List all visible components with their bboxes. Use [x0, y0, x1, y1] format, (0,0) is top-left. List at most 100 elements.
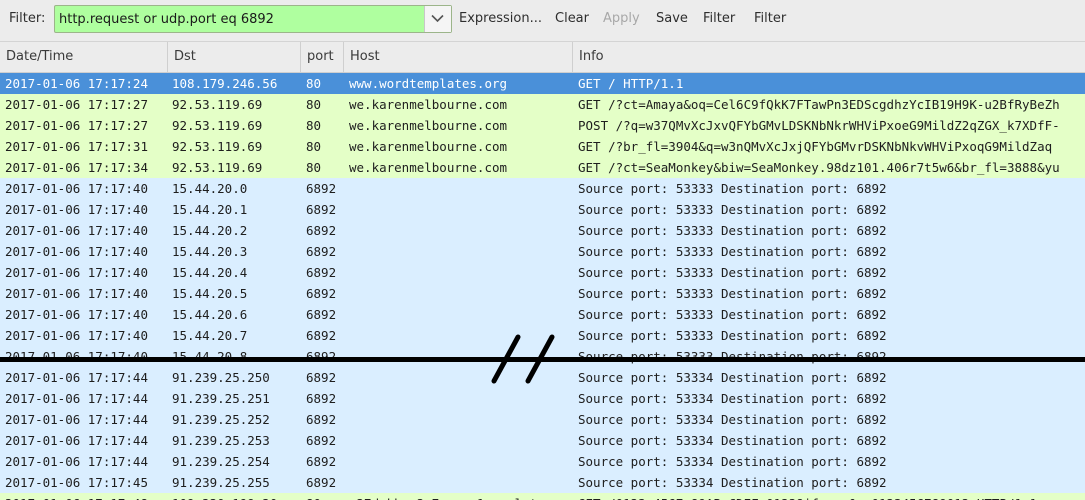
cell-host	[349, 472, 573, 493]
cell-info: Source port: 53333 Destination port: 689…	[578, 202, 887, 217]
cell-port: 6892	[306, 202, 337, 217]
packet-row[interactable]: 2017-01-06 17:17:40 15.44.20.0 6892 Source …	[0, 178, 1085, 199]
packet-row[interactable]: 2017-01-06 17:17:40 15.44.20.4 6892 Source …	[0, 262, 1085, 283]
cell-dst: 92.53.119.69	[172, 160, 263, 175]
column-header-host[interactable]: Host	[344, 42, 573, 72]
packet-row[interactable]: 2017-01-06 17:17:40 15.44.20.6 6892 Source …	[0, 304, 1085, 325]
cell-info: Source port: 53333 Destination port: 689…	[578, 328, 887, 343]
cell-port: 6892	[306, 244, 337, 259]
packet-list: 2017-01-06 17:17:24 108.179.246.56 80 www.w…	[0, 73, 1085, 500]
cell-dst: 91.239.25.255	[172, 475, 270, 490]
cell-host	[349, 220, 573, 241]
cell-host	[349, 262, 573, 283]
cell-dst: 91.239.25.251	[172, 391, 270, 406]
packet-row[interactable]: 2017-01-06 17:17:40 15.44.20.1 6892 Source …	[0, 199, 1085, 220]
packet-row[interactable]: 2017-01-06 17:17:40 15.44.20.2 6892 Source …	[0, 220, 1085, 241]
cell-dst: 108.179.246.56	[172, 76, 278, 91]
packet-row[interactable]: 2017-01-06 17:17:40 15.44.20.3 6892 Source …	[0, 241, 1085, 262]
packet-row[interactable]: 2017-01-06 17:17:48 109.230.199.20 80 p27do…	[0, 493, 1085, 500]
cell-host	[349, 304, 573, 325]
cell-datetime: 2017-01-06 17:17:40	[5, 307, 148, 322]
cell-info: Source port: 53334 Destination port: 689…	[578, 454, 887, 469]
cell-dst: 15.44.20.1	[172, 202, 248, 217]
cell-host	[349, 241, 573, 262]
cell-port: 80	[306, 493, 344, 500]
packet-row[interactable]: 2017-01-06 17:17:45 91.239.25.255 6892 Sour…	[0, 472, 1085, 493]
cell-port: 6892	[306, 223, 337, 238]
cell-dst: 15.44.20.7	[172, 328, 248, 343]
packet-row[interactable]: 2017-01-06 17:17:44 91.239.25.253 6892 Sour…	[0, 430, 1085, 451]
cell-dst: 15.44.20.5	[172, 286, 248, 301]
cell-port: 6892	[306, 433, 337, 448]
cell-info: Source port: 53334 Destination port: 689…	[578, 391, 887, 406]
packet-row[interactable]: 2017-01-06 17:17:27 92.53.119.69 80 we.kare…	[0, 94, 1085, 115]
packet-row[interactable]: 2017-01-06 17:17:34 92.53.119.69 80 we.kare…	[0, 157, 1085, 178]
cell-dst: 91.239.25.254	[172, 454, 270, 469]
cell-info: Source port: 53333 Destination port: 689…	[578, 286, 887, 301]
cell-datetime: 2017-01-06 17:17:31	[5, 139, 148, 154]
cell-info: GET /?br_fl=3904&q=w3nQMvXcJxjQFYbGMvrDS…	[578, 139, 1053, 154]
cell-dst: 15.44.20.4	[172, 265, 248, 280]
cell-info: GET / HTTP/1.1	[578, 76, 684, 91]
save-button[interactable]: Save	[656, 11, 688, 26]
filter-button-1[interactable]: Filter	[703, 11, 735, 26]
cell-datetime: 2017-01-06 17:17:45	[5, 475, 148, 490]
display-filter-input[interactable]	[55, 6, 424, 32]
cell-host: we.karenmelbourne.com	[349, 118, 508, 133]
cell-port: 6892	[306, 328, 337, 343]
cell-host	[349, 388, 573, 409]
cell-port: 80	[306, 76, 322, 91]
cell-dst: 91.239.25.250	[172, 370, 270, 385]
cell-port: 6892	[306, 181, 337, 196]
filter-history-dropdown[interactable]	[424, 6, 451, 32]
cell-info: Source port: 53333 Destination port: 689…	[578, 265, 887, 280]
cell-port: 6892	[306, 307, 337, 322]
cell-datetime: 2017-01-06 17:17:40	[5, 223, 148, 238]
cell-datetime: 2017-01-06 17:17:44	[5, 433, 148, 448]
cell-info: Source port: 53334 Destination port: 689…	[578, 370, 887, 385]
clear-button[interactable]: Clear	[555, 11, 589, 26]
cell-datetime: 2017-01-06 17:17:40	[5, 265, 148, 280]
cell-host: we.karenmelbourne.com	[349, 97, 508, 112]
cell-host	[349, 199, 573, 220]
chevron-down-icon	[431, 14, 444, 23]
cell-datetime: 2017-01-06 17:17:27	[5, 118, 148, 133]
cell-port: 80	[306, 118, 322, 133]
filter-toolbar: Filter: Expression... Clear Apply Save F…	[0, 0, 1085, 42]
packet-row[interactable]: 2017-01-06 17:17:24 108.179.246.56 80 www.w…	[0, 73, 1085, 94]
cell-host: p27dokhpz2n7nvgr.1nounl.top	[349, 493, 573, 500]
cell-datetime: 2017-01-06 17:17:44	[5, 454, 148, 469]
cell-dst: 92.53.119.69	[172, 118, 263, 133]
cell-dst: 15.44.20.2	[172, 223, 248, 238]
cell-datetime: 2017-01-06 17:17:44	[5, 412, 148, 427]
cell-port: 6892	[306, 454, 337, 469]
column-header-port[interactable]: port	[301, 42, 344, 72]
packet-row[interactable]: 2017-01-06 17:17:27 92.53.119.69 80 we.kare…	[0, 115, 1085, 136]
packet-row[interactable]: 2017-01-06 17:17:44 91.239.25.251 6892 Sour…	[0, 388, 1085, 409]
display-filter-box[interactable]	[54, 5, 452, 33]
cell-datetime: 2017-01-06 17:17:44	[5, 391, 148, 406]
packet-row[interactable]: 2017-01-06 17:17:31 92.53.119.69 80 we.kare…	[0, 136, 1085, 157]
cell-dst: 91.239.25.253	[172, 433, 270, 448]
cell-info: Source port: 53333 Destination port: 689…	[578, 244, 887, 259]
break-slash-icon	[491, 334, 555, 384]
cell-host	[349, 409, 573, 430]
cell-datetime: 2017-01-06 17:17:40	[5, 181, 148, 196]
packet-row[interactable]: 2017-01-06 17:17:44 91.239.25.254 6892 Sour…	[0, 451, 1085, 472]
column-header-dst[interactable]: Dst	[168, 42, 301, 72]
column-header-date[interactable]: Date/Time	[0, 42, 168, 72]
cell-dst: 15.44.20.6	[172, 307, 248, 322]
cell-datetime: 2017-01-06 17:17:34	[5, 160, 148, 175]
packet-row[interactable]: 2017-01-06 17:17:40 15.44.20.5 6892 Source …	[0, 283, 1085, 304]
apply-button[interactable]: Apply	[603, 11, 640, 26]
filter-button-2[interactable]: Filter	[754, 11, 786, 26]
expression-button[interactable]: Expression...	[459, 11, 542, 26]
cell-dst: 91.239.25.252	[172, 412, 270, 427]
cell-datetime: 2017-01-06 17:17:40	[5, 286, 148, 301]
cell-info: GET /?ct=Amaya&oq=Cel6C9fQkK7FTawPn3EDSc…	[578, 97, 1060, 112]
packet-row[interactable]: 2017-01-06 17:17:44 91.239.25.252 6892 Sour…	[0, 409, 1085, 430]
column-header-info[interactable]: Info	[573, 42, 1085, 72]
cell-datetime: 2017-01-06 17:17:48	[5, 493, 168, 500]
cell-info: Source port: 53334 Destination port: 689…	[578, 475, 887, 490]
cell-dst: 109.230.199.20	[172, 493, 300, 500]
